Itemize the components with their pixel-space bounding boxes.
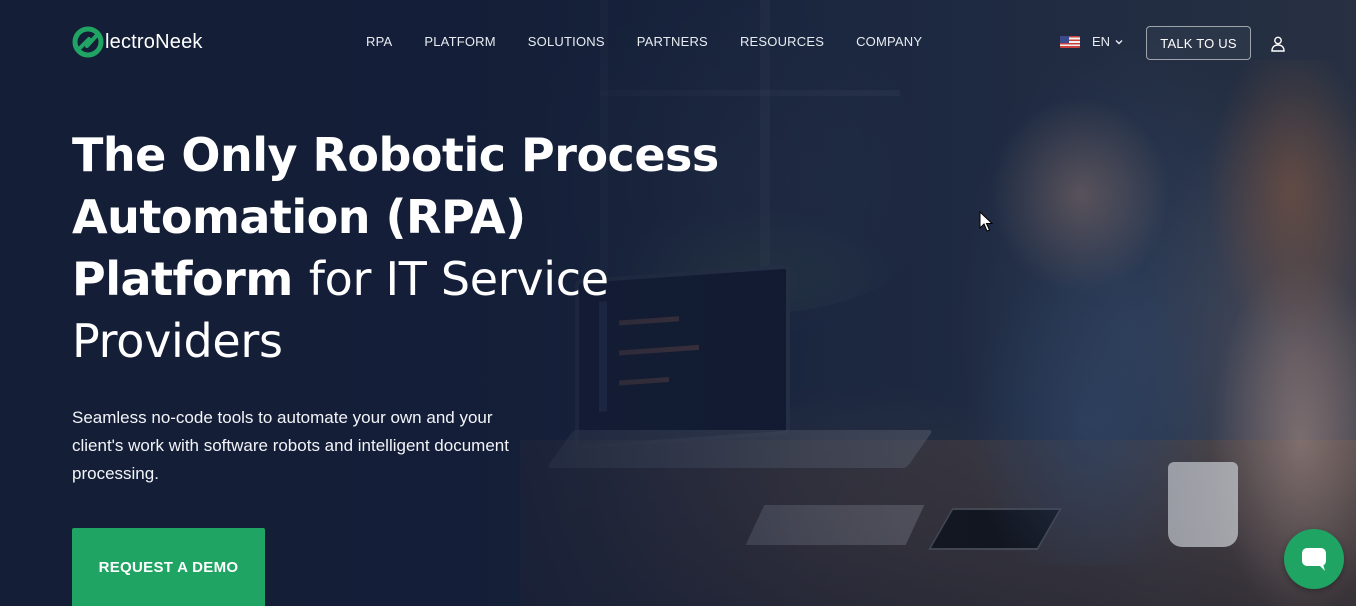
- headline-line-3-bold: Platform: [72, 252, 293, 306]
- mouse-cursor-icon: [979, 211, 993, 232]
- us-flag-icon: [1060, 35, 1080, 48]
- talk-to-us-button[interactable]: TALK TO US: [1146, 26, 1251, 60]
- nav-item-solutions[interactable]: SOLUTIONS: [528, 34, 605, 49]
- nav-item-platform[interactable]: PLATFORM: [424, 34, 495, 49]
- chat-widget-button[interactable]: [1284, 529, 1344, 589]
- electroneek-logo-icon: [72, 26, 104, 58]
- nav-item-partners[interactable]: PARTNERS: [637, 34, 708, 49]
- headline-line-2: Automation (RPA): [72, 190, 526, 244]
- language-selector[interactable]: EN: [1060, 34, 1124, 49]
- main-nav: RPA PLATFORM SOLUTIONS PARTNERS RESOURCE…: [366, 34, 954, 49]
- headline-line-3-light: for IT Service: [308, 252, 609, 306]
- language-label: EN: [1092, 34, 1111, 49]
- hero-headline: The Only Robotic Process Automation (RPA…: [72, 124, 772, 372]
- chevron-down-icon: [1115, 39, 1123, 44]
- chat-bubble-icon: [1302, 548, 1326, 571]
- logo-text: lectroNeek: [105, 30, 203, 53]
- headline-line-4: Providers: [72, 314, 283, 368]
- user-icon[interactable]: [1271, 36, 1285, 52]
- nav-item-rpa[interactable]: RPA: [366, 34, 392, 49]
- nav-item-resources[interactable]: RESOURCES: [740, 34, 824, 49]
- request-demo-button[interactable]: REQUEST A DEMO: [72, 528, 265, 606]
- logo[interactable]: lectroNeek: [72, 26, 203, 58]
- headline-line-1: The Only Robotic Process: [72, 128, 719, 182]
- site-header: lectroNeek RPA PLATFORM SOLUTIONS PARTNE…: [0, 0, 1356, 84]
- nav-item-company[interactable]: COMPANY: [856, 34, 922, 49]
- hero-subtext: Seamless no-code tools to automate your …: [72, 408, 509, 483]
